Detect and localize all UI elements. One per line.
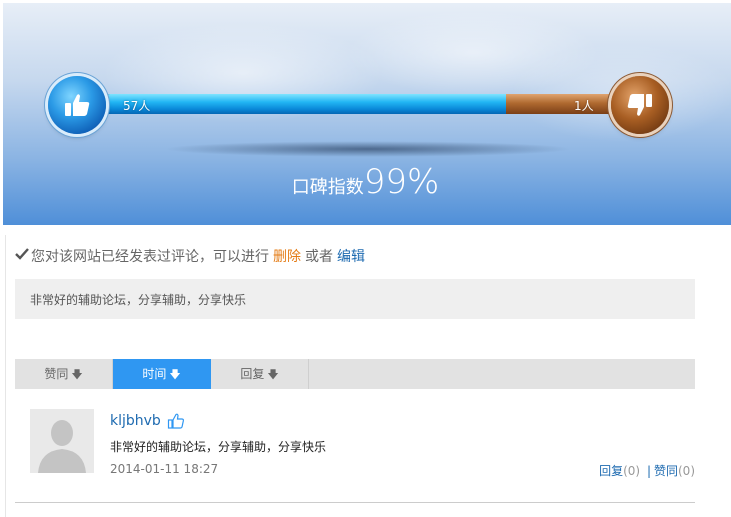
score-label: 口碑指数 xyxy=(291,177,364,198)
thumbs-up-icon xyxy=(167,412,185,430)
tab-sort-likes[interactable]: 赞同 🡇 xyxy=(15,359,113,389)
reply-count: (0) xyxy=(623,464,641,478)
notice-text: 您对该网站已经发表过评论，可以进行 xyxy=(31,249,269,265)
arrow-down-icon: 🡇 xyxy=(169,368,181,381)
edit-link[interactable]: 编辑 xyxy=(337,246,365,266)
my-review-text: 非常好的辅助论坛，分享辅助，分享快乐 xyxy=(30,293,247,307)
sort-tabs: 赞同 🡇 时间 🡇 回复 🡇 xyxy=(15,359,695,389)
comment-actions: 回复(0) | 赞同(0) xyxy=(599,462,695,479)
action-separator: | xyxy=(646,464,651,478)
tab-label: 赞同 xyxy=(44,367,69,381)
comment-divider xyxy=(15,502,695,503)
like-fill xyxy=(100,94,506,114)
dislike-fill xyxy=(505,94,620,114)
thumbs-down-icon xyxy=(627,94,652,116)
arrow-down-icon: 🡇 xyxy=(267,368,279,381)
review-notice: 您对该网站已经发表过评论，可以进行 删除 或者 编辑 xyxy=(15,246,365,266)
comment-author: kljbhvb xyxy=(110,412,185,430)
tab-sort-replies[interactable]: 回复 🡇 xyxy=(211,359,309,389)
delete-link[interactable]: 删除 xyxy=(273,246,301,266)
default-avatar-icon[interactable] xyxy=(30,409,94,473)
reply-link[interactable]: 回复 xyxy=(599,464,623,478)
notice-or: 或者 xyxy=(305,249,333,265)
my-review-box: 非常好的辅助论坛，分享辅助，分享快乐 xyxy=(15,279,695,319)
content-border xyxy=(5,235,6,517)
score-value: 99% xyxy=(363,162,440,202)
username-link[interactable]: kljbhvb xyxy=(110,413,161,429)
bar-shadow xyxy=(163,141,573,157)
comment-text: 非常好的辅助论坛，分享辅助，分享快乐 xyxy=(110,440,327,454)
reputation-score: 口碑指数99% xyxy=(0,162,731,202)
thumbs-up-icon xyxy=(65,94,90,116)
dislike-count: 1人 xyxy=(574,99,594,113)
rating-bar xyxy=(100,94,620,114)
dislike-button[interactable] xyxy=(611,76,669,134)
like-count: 57人 xyxy=(123,99,151,113)
tab-label: 回复 xyxy=(240,367,265,381)
comment-date: 2014-01-11 18:27 xyxy=(110,462,219,476)
like-count-small: (0) xyxy=(678,464,695,478)
arrow-down-icon: 🡇 xyxy=(71,368,83,381)
like-button[interactable] xyxy=(48,76,106,134)
check-icon xyxy=(15,247,31,265)
tab-sort-time[interactable]: 时间 🡇 xyxy=(113,359,211,389)
like-link[interactable]: 赞同 xyxy=(654,464,678,478)
tab-label: 时间 xyxy=(142,367,167,381)
